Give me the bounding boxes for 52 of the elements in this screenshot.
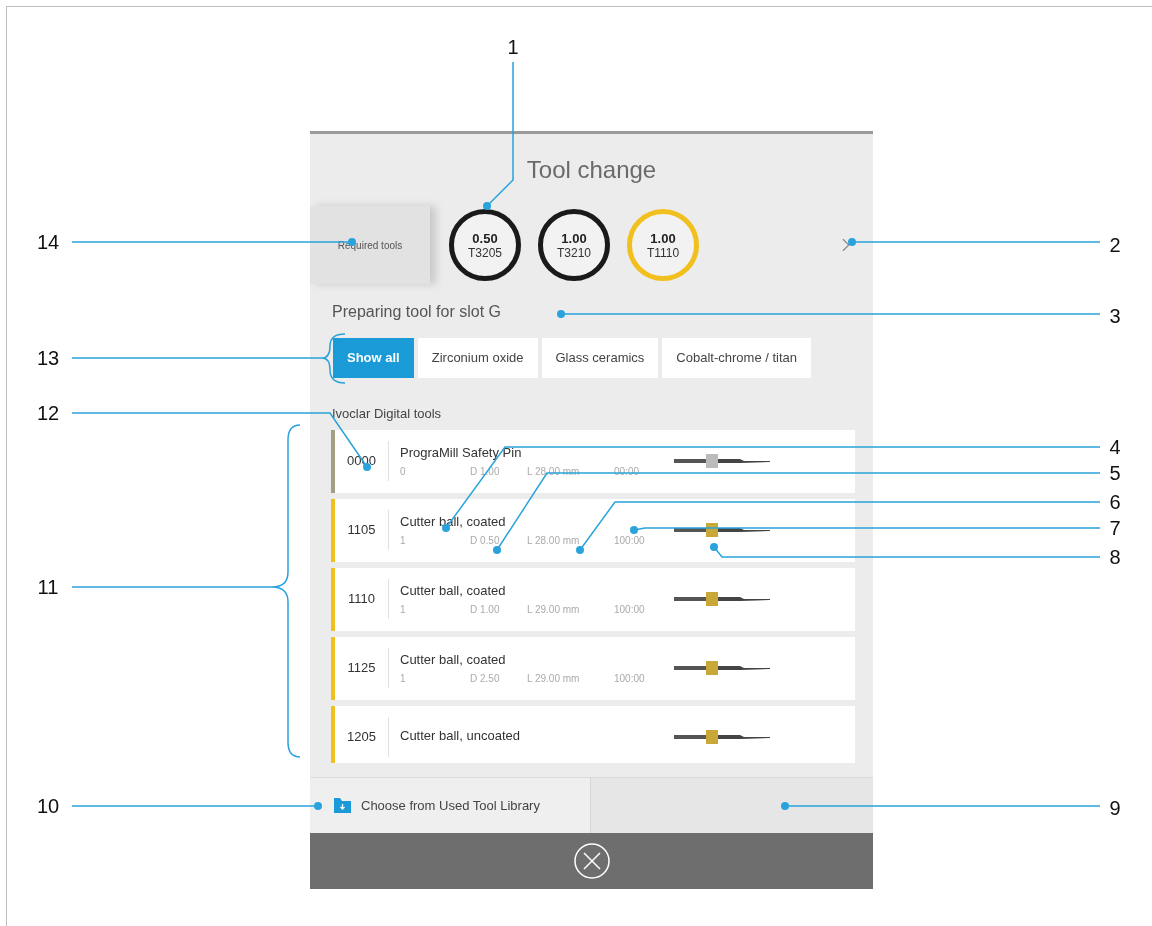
callout-number: 13 [36, 348, 60, 368]
tool-number: 1125 [347, 659, 376, 678]
tool-row[interactable]: 1205 Cutter ball, uncoated [331, 705, 855, 763]
tool-detail: D 2.50 [470, 672, 501, 687]
callout-number: 6 [1109, 492, 1121, 512]
tool-diameter: 0.50 [472, 230, 498, 246]
dialog-title: Tool change [525, 155, 658, 185]
tool-detail: 100:00 [614, 534, 646, 549]
tool-detail: 1 [400, 603, 407, 618]
callout-number: 10 [36, 796, 60, 816]
callout-number: 2 [1109, 235, 1121, 255]
tool-name: Cutter ball, coated [400, 581, 507, 600]
callout-number: 4 [1109, 437, 1121, 457]
tool-diameter: 1.00 [650, 230, 676, 246]
slot-label: Preparing tool for slot G [332, 302, 501, 322]
callout-number: 5 [1109, 463, 1121, 483]
tool-detail: L 29.00 mm [527, 672, 581, 687]
tool-detail: D 0.50 [470, 534, 501, 549]
folder-icon [334, 798, 351, 813]
tool-detail: 100:00 [614, 672, 646, 687]
tool-detail: 1 [400, 672, 407, 687]
tool-row[interactable]: 1110 Cutter ball, coated 1 D 1.00 L 29.00 mm 100:00 [331, 567, 855, 631]
callout-number: 9 [1109, 798, 1121, 818]
tool-detail: 0 [400, 465, 407, 480]
tool-number: 1205 [347, 728, 376, 747]
tool-number: 1110 [348, 590, 375, 609]
callout-number: 8 [1109, 547, 1121, 567]
close-icon[interactable] [572, 842, 611, 880]
tool-name: Cutter ball, uncoated [400, 727, 521, 746]
tool-code: T3210 [557, 245, 591, 260]
callout-number: 3 [1109, 306, 1121, 326]
filter-tab[interactable]: Zirconium oxide [417, 338, 538, 378]
tool-number: 1105 [347, 521, 376, 540]
tool-detail: L 28.00 mm [527, 534, 581, 549]
tool-code: T3205 [468, 245, 502, 260]
filter-tab[interactable]: Glass ceramics [541, 338, 659, 378]
filter-tab[interactable]: Cobalt-chrome / titan [662, 338, 812, 378]
section-title: Ivoclar Digital tools [332, 405, 443, 423]
tool-detail: D 1.00 [470, 603, 501, 618]
tool-row[interactable]: 1125 Cutter ball, coated 1 D 2.50 L 29.00 mm 100:00 [331, 636, 855, 700]
callout-number: 14 [36, 232, 60, 252]
tool-diameter: 1.00 [561, 230, 587, 246]
callout-number: 7 [1109, 518, 1121, 538]
tool-name: PrograMill Safety Pin [400, 443, 523, 462]
callout-number: 11 [37, 577, 59, 597]
tool-detail: L 29.00 mm [527, 603, 581, 618]
callout-number: 12 [36, 403, 60, 423]
tool-name: Cutter ball, coated [400, 650, 507, 669]
tool-detail: 1 [400, 534, 407, 549]
tool-detail: 100:00 [614, 603, 646, 618]
tool-code: T1110 [646, 245, 680, 260]
callout-number: 1 [507, 37, 519, 57]
